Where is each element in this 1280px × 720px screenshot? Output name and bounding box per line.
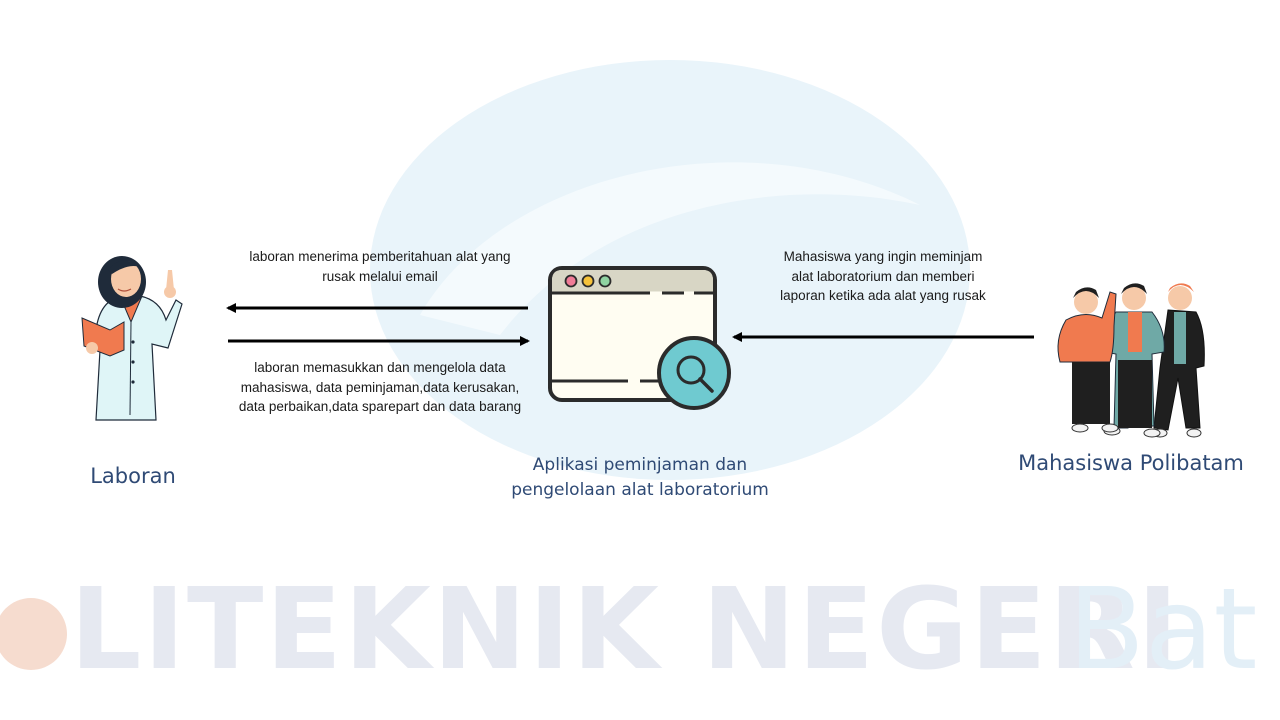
flow-notify-text: laboran menerima pemberitahuan alat yang… xyxy=(222,247,538,286)
flow-notify-line: rusak melalui email xyxy=(322,268,438,284)
system-label-line: pengelolaan alat laboratorium xyxy=(511,480,769,500)
students-illustration xyxy=(1057,283,1205,438)
mahasiswa-label: Mahasiswa Polibatam xyxy=(1018,451,1244,475)
browser-window-magnifier-icon xyxy=(548,266,731,410)
system-label-line: Aplikasi peminjaman dan xyxy=(532,455,748,475)
flow-student-text: Mahasiswa yang ingin meminjam alat labor… xyxy=(752,247,1014,306)
flow-manage-line: mahasiswa, data peminjaman,data kerusaka… xyxy=(240,379,520,395)
flow-manage-line: data perbaikan,data sparepart dan data b… xyxy=(238,399,522,414)
laboran-label: Laboran xyxy=(90,464,176,488)
flow-manage-text: laboran memasukkan dan mengelola data ma… xyxy=(222,358,538,417)
flow-student-line: Mahasiswa yang ingin meminjam xyxy=(783,249,983,264)
flow-manage-line: laboran memasukkan dan mengelola data xyxy=(254,360,506,375)
diagram-canvas xyxy=(81,256,1205,438)
flow-student-line: laporan ketika ada alat yang rusak xyxy=(780,288,986,303)
flow-notify-line: laboran menerima pemberitahuan alat yang xyxy=(249,249,511,264)
system-label: Aplikasi peminjaman dan pengelolaan alat… xyxy=(480,453,800,503)
laboran-illustration xyxy=(81,256,183,421)
flow-student-line: alat laboratorium dan memberi xyxy=(791,268,975,284)
